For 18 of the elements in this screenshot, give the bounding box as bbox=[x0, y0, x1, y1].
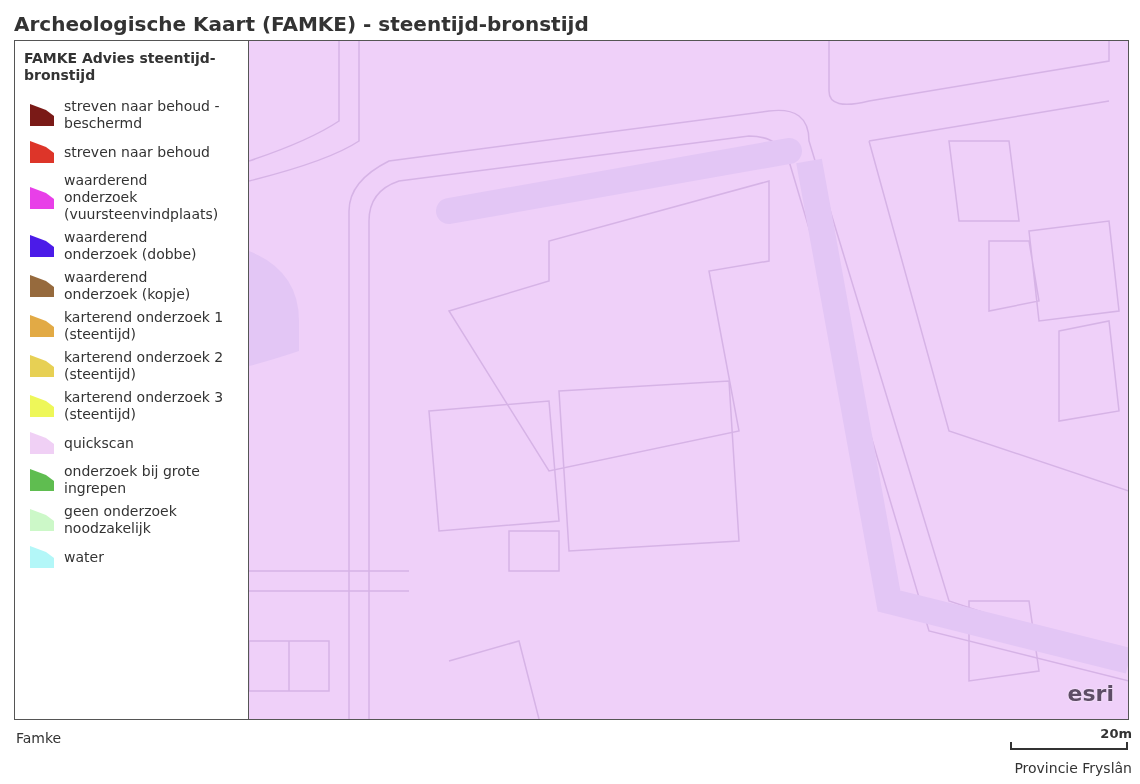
legend-label: onderzoek bij grote ingrepen bbox=[64, 463, 201, 497]
legend-label: karterend onderzoek 3 (steentijd) bbox=[64, 389, 224, 423]
legend-title: FAMKE Advies steentijd-bronstijd bbox=[24, 50, 217, 84]
footer-label: Famke bbox=[16, 729, 62, 748]
esri-logo: esri bbox=[1067, 683, 1114, 705]
credit-text: Provincie Fryslân bbox=[1014, 759, 1132, 778]
legend-label: geen onderzoek noodzakelijk bbox=[64, 503, 178, 537]
legend-label: streven naar behoud - beschermd bbox=[64, 98, 221, 132]
legend-label: streven naar behoud bbox=[64, 143, 211, 161]
legend-label: karterend onderzoek 1 (steentijd) bbox=[64, 309, 224, 343]
legend-label: waarderend onderzoek (kopje) bbox=[64, 269, 192, 303]
legend-label: water bbox=[64, 548, 105, 566]
scale-label: 20m bbox=[1100, 726, 1132, 742]
legend-label: waarderend onderzoek (dobbe) bbox=[64, 229, 198, 263]
legend-label: karterend onderzoek 2 (steentijd) bbox=[64, 349, 224, 383]
legend-label: waarderend onderzoek (vuursteenvindplaats) bbox=[64, 172, 220, 223]
legend-label: quickscan bbox=[64, 434, 135, 452]
page-title: Archeologische Kaart (FAMKE) - steentijd-bronstijd bbox=[13, 11, 590, 38]
